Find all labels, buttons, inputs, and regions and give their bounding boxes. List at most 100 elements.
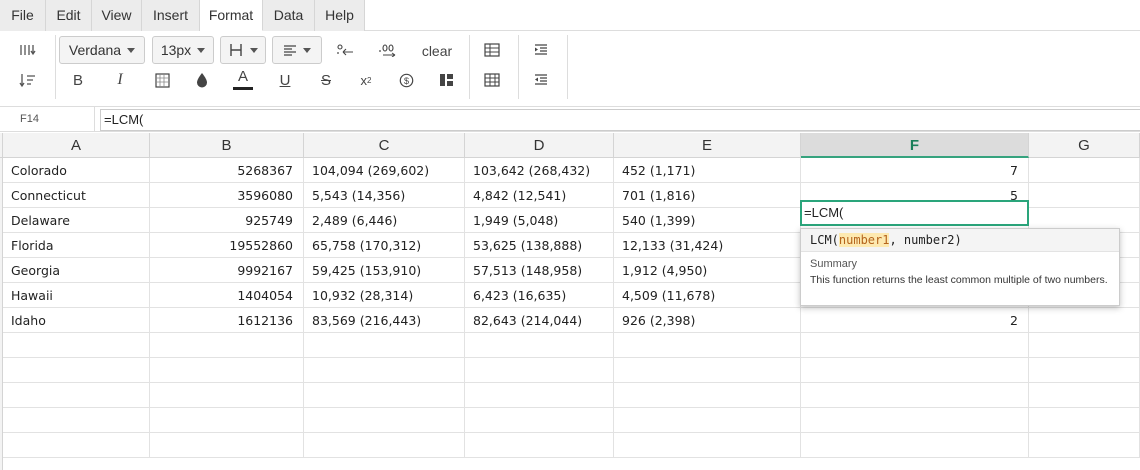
- cell-c[interactable]: [304, 433, 465, 458]
- cell-a[interactable]: Georgia: [3, 258, 150, 283]
- cell-e[interactable]: [614, 383, 801, 408]
- cell-f[interactable]: [801, 433, 1029, 458]
- cell-a[interactable]: [3, 408, 150, 433]
- table-grid-icon[interactable]: [480, 68, 504, 92]
- cell-a[interactable]: Hawaii: [3, 283, 150, 308]
- clear-format-button[interactable]: clear: [414, 39, 460, 63]
- cell-f[interactable]: 2: [801, 308, 1029, 333]
- cell-e[interactable]: 452 (1,171): [614, 158, 801, 183]
- cell-c[interactable]: 65,758 (170,312): [304, 233, 465, 258]
- cell-b[interactable]: [150, 433, 304, 458]
- cell-c[interactable]: [304, 333, 465, 358]
- wrap-text-icon[interactable]: [16, 38, 40, 62]
- column-header-c[interactable]: C: [304, 133, 465, 158]
- column-header-b[interactable]: B: [150, 133, 304, 158]
- cell-c[interactable]: [304, 408, 465, 433]
- menu-help[interactable]: Help: [315, 0, 365, 31]
- menu-format[interactable]: Format: [200, 0, 263, 31]
- menu-data[interactable]: Data: [263, 0, 315, 31]
- cell-reference[interactable]: F14: [0, 107, 95, 131]
- decrease-decimal-icon[interactable]: [332, 38, 360, 62]
- cell-a[interactable]: Florida: [3, 233, 150, 258]
- insert-table-icon[interactable]: [480, 38, 504, 62]
- cell-c[interactable]: 83,569 (216,443): [304, 308, 465, 333]
- column-header-f[interactable]: F: [801, 133, 1029, 158]
- font-family-select[interactable]: Verdana: [59, 36, 145, 64]
- sort-icon[interactable]: [16, 68, 40, 92]
- menu-insert[interactable]: Insert: [142, 0, 200, 31]
- align-select[interactable]: [272, 36, 322, 64]
- indent-icon[interactable]: [529, 38, 553, 62]
- cell-b[interactable]: 5268367: [150, 158, 304, 183]
- merge-cells-icon[interactable]: [434, 68, 458, 92]
- cell-e[interactable]: [614, 333, 801, 358]
- cell-e[interactable]: 540 (1,399): [614, 208, 801, 233]
- cell-a[interactable]: Colorado: [3, 158, 150, 183]
- cell-f[interactable]: [801, 383, 1029, 408]
- cell-e[interactable]: 12,133 (31,424): [614, 233, 801, 258]
- cell-b[interactable]: [150, 383, 304, 408]
- cell-e[interactable]: 4,509 (11,678): [614, 283, 801, 308]
- cell-b[interactable]: 3596080: [150, 183, 304, 208]
- cell-a[interactable]: [3, 433, 150, 458]
- cell-d[interactable]: 53,625 (138,888): [465, 233, 614, 258]
- cell-d[interactable]: 103,642 (268,432): [465, 158, 614, 183]
- currency-icon[interactable]: $: [394, 68, 418, 92]
- increase-decimal-icon[interactable]: [374, 38, 402, 62]
- cell-e[interactable]: [614, 433, 801, 458]
- cell-g[interactable]: [1029, 383, 1140, 408]
- outdent-icon[interactable]: [529, 68, 553, 92]
- cell-b[interactable]: 9992167: [150, 258, 304, 283]
- cell-g[interactable]: [1029, 333, 1140, 358]
- borders-select[interactable]: [220, 36, 266, 64]
- cell-c[interactable]: 59,425 (153,910): [304, 258, 465, 283]
- bold-button[interactable]: B: [66, 68, 90, 92]
- cell-g[interactable]: [1029, 433, 1140, 458]
- cell-d[interactable]: 4,842 (12,541): [465, 183, 614, 208]
- cell-b[interactable]: 1612136: [150, 308, 304, 333]
- menu-edit[interactable]: Edit: [46, 0, 92, 31]
- column-header-a[interactable]: A: [3, 133, 150, 158]
- text-color-button[interactable]: A: [231, 64, 255, 94]
- column-header-d[interactable]: D: [465, 133, 614, 158]
- cell-g[interactable]: [1029, 308, 1140, 333]
- cell-d[interactable]: [465, 383, 614, 408]
- cell-a[interactable]: [3, 383, 150, 408]
- cell-c[interactable]: 5,543 (14,356): [304, 183, 465, 208]
- cell-c[interactable]: 104,094 (269,602): [304, 158, 465, 183]
- cell-c[interactable]: [304, 383, 465, 408]
- cell-g[interactable]: [1029, 158, 1140, 183]
- cell-d[interactable]: 1,949 (5,048): [465, 208, 614, 233]
- cell-d[interactable]: 57,513 (148,958): [465, 258, 614, 283]
- column-header-g[interactable]: G: [1029, 133, 1140, 158]
- menu-view[interactable]: View: [92, 0, 142, 31]
- fill-color-icon[interactable]: [190, 68, 214, 92]
- cell-editor[interactable]: =LCM(: [800, 200, 1029, 226]
- cell-d[interactable]: 6,423 (16,635): [465, 283, 614, 308]
- cell-a[interactable]: Idaho: [3, 308, 150, 333]
- cell-e[interactable]: [614, 408, 801, 433]
- cell-a[interactable]: [3, 333, 150, 358]
- cell-e[interactable]: 926 (2,398): [614, 308, 801, 333]
- cell-d[interactable]: [465, 408, 614, 433]
- column-header-e[interactable]: E: [614, 133, 801, 158]
- cell-b[interactable]: 925749: [150, 208, 304, 233]
- cell-b[interactable]: [150, 408, 304, 433]
- cell-b[interactable]: 19552860: [150, 233, 304, 258]
- cell-e[interactable]: [614, 358, 801, 383]
- cell-a[interactable]: Connecticut: [3, 183, 150, 208]
- cell-a[interactable]: Delaware: [3, 208, 150, 233]
- underline-button[interactable]: U: [273, 68, 297, 92]
- strikethrough-button[interactable]: S: [314, 68, 338, 92]
- cell-b[interactable]: 1404054: [150, 283, 304, 308]
- cell-f[interactable]: [801, 333, 1029, 358]
- cell-d[interactable]: 82,643 (214,044): [465, 308, 614, 333]
- cell-c[interactable]: 2,489 (6,446): [304, 208, 465, 233]
- cell-g[interactable]: [1029, 358, 1140, 383]
- cell-c[interactable]: [304, 358, 465, 383]
- cell-f[interactable]: 7: [801, 158, 1029, 183]
- cell-a[interactable]: [3, 358, 150, 383]
- superscript-icon[interactable]: x2: [354, 68, 378, 92]
- cell-d[interactable]: [465, 358, 614, 383]
- cell-e[interactable]: 1,912 (4,950): [614, 258, 801, 283]
